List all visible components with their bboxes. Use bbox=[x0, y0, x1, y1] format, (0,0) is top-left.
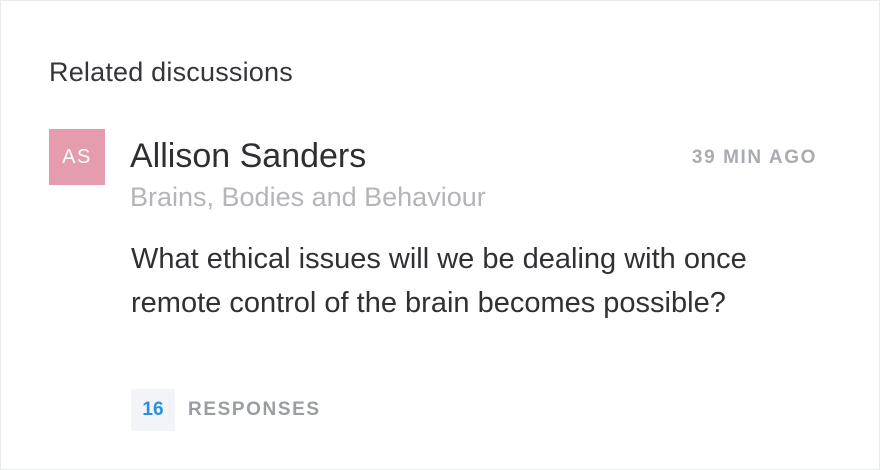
discussion-question[interactable]: What ethical issues will we be dealing w… bbox=[131, 237, 791, 325]
responses-count-badge[interactable]: 16 bbox=[131, 389, 175, 431]
section-title: Related discussions bbox=[49, 57, 293, 87]
timestamp: 39 MIN AGO bbox=[691, 147, 817, 168]
related-discussions-card: Related discussions AS Allison Sanders 3… bbox=[0, 0, 880, 470]
responses-link[interactable]: 16 RESPONSES bbox=[131, 389, 321, 431]
discussion-category[interactable]: Brains, Bodies and Behaviour bbox=[130, 181, 486, 213]
author-name[interactable]: Allison Sanders bbox=[130, 136, 366, 176]
responses-label[interactable]: RESPONSES bbox=[188, 389, 321, 431]
avatar[interactable]: AS bbox=[49, 129, 105, 185]
